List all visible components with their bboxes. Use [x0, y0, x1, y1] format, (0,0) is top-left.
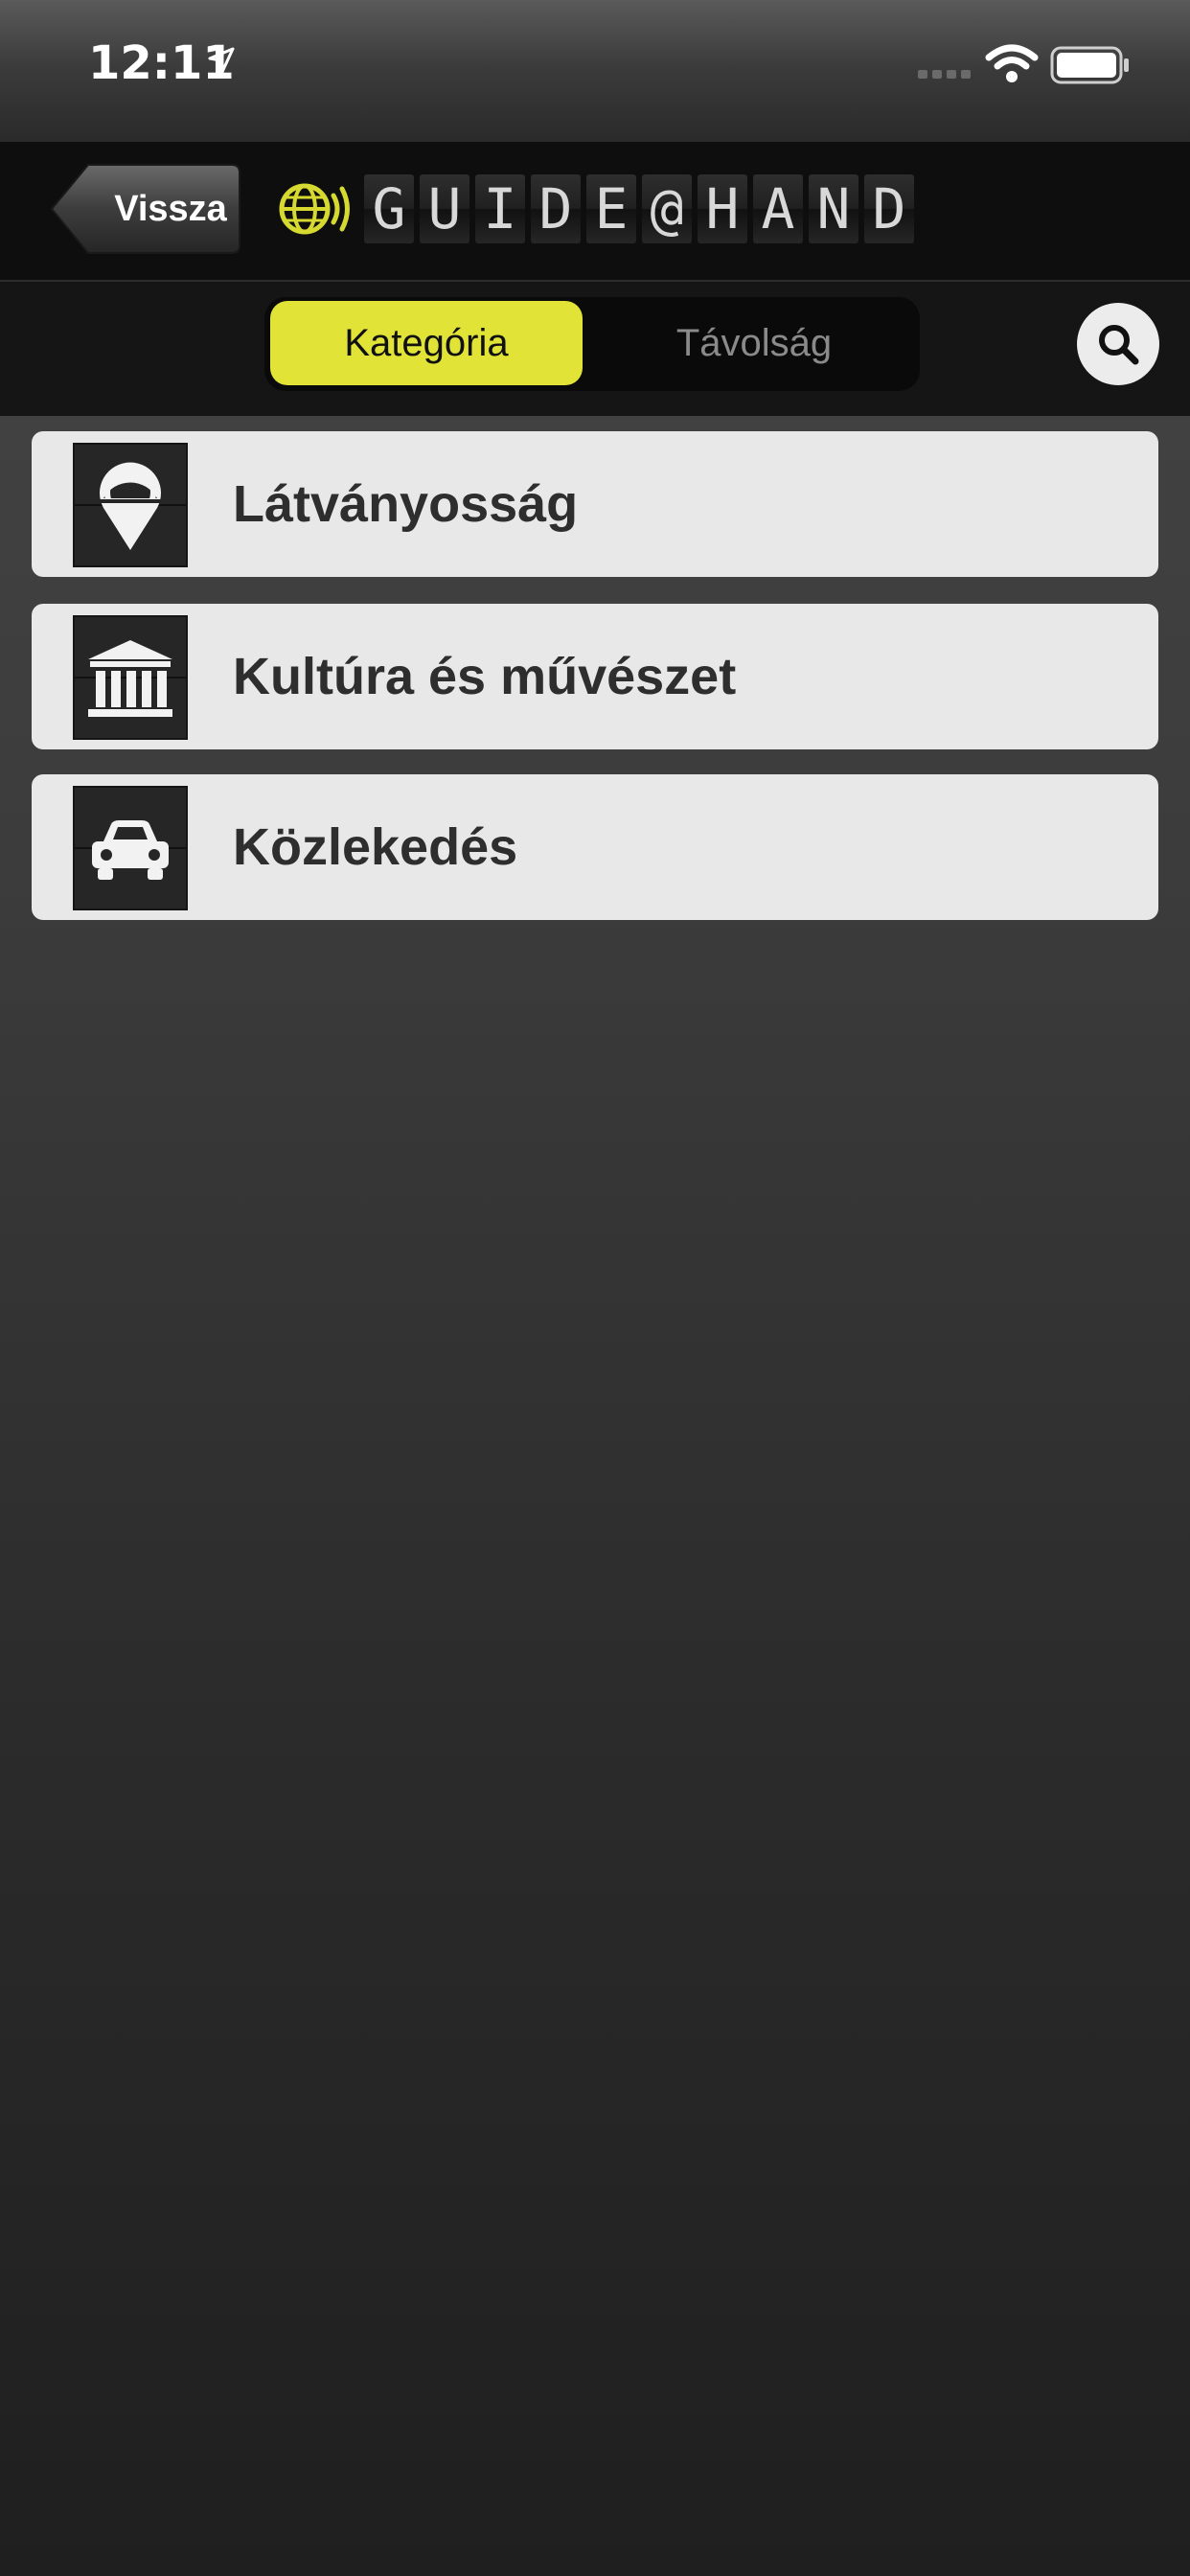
globe-sound-icon: [276, 171, 353, 252]
battery-icon: [1050, 46, 1131, 89]
car-icon: [73, 786, 188, 910]
back-button[interactable]: Vissza: [50, 163, 241, 255]
logo-letter: A: [753, 174, 803, 243]
list-item-latvanyossag[interactable]: Látványosság: [32, 431, 1158, 577]
search-icon: [1099, 325, 1139, 365]
logo-letter: E: [586, 174, 636, 243]
museum-icon: [73, 615, 188, 740]
tab-tavolsag[interactable]: Távolság: [596, 301, 912, 385]
logo-letter: N: [809, 174, 858, 243]
list-item-kozlekedes[interactable]: Közlekedés: [32, 774, 1158, 920]
logo-letter: D: [531, 174, 581, 243]
signal-icon: [918, 67, 972, 84]
logo-letter: G: [364, 174, 414, 243]
app-logo: G U I D E @ H A N D: [364, 174, 914, 243]
logo-letter: @: [642, 174, 692, 243]
map-pin-icon: [73, 443, 188, 567]
location-arrow-icon: [207, 46, 236, 80]
list-item-kultura[interactable]: Kultúra és művészet: [32, 604, 1158, 749]
list-item-label: Kultúra és művészet: [233, 648, 737, 705]
list-item-label: Közlekedés: [233, 818, 518, 876]
search-button[interactable]: [1077, 303, 1159, 385]
back-button-label: Vissza: [114, 189, 227, 229]
filter-bar: Kategória Távolság: [0, 282, 1190, 416]
logo-letter: D: [864, 174, 914, 243]
status-bar: 12:11: [0, 0, 1190, 142]
list-item-label: Látványosság: [233, 475, 579, 533]
wifi-icon: [985, 44, 1039, 89]
logo-letter: H: [698, 174, 747, 243]
navigation-bar: Vissza G U I D E @ H A N D: [0, 142, 1190, 282]
sort-segmented-control: Kategória Távolság: [264, 297, 920, 391]
logo-letter: U: [420, 174, 469, 243]
tab-kategoria[interactable]: Kategória: [270, 301, 583, 385]
logo-letter: I: [475, 174, 525, 243]
